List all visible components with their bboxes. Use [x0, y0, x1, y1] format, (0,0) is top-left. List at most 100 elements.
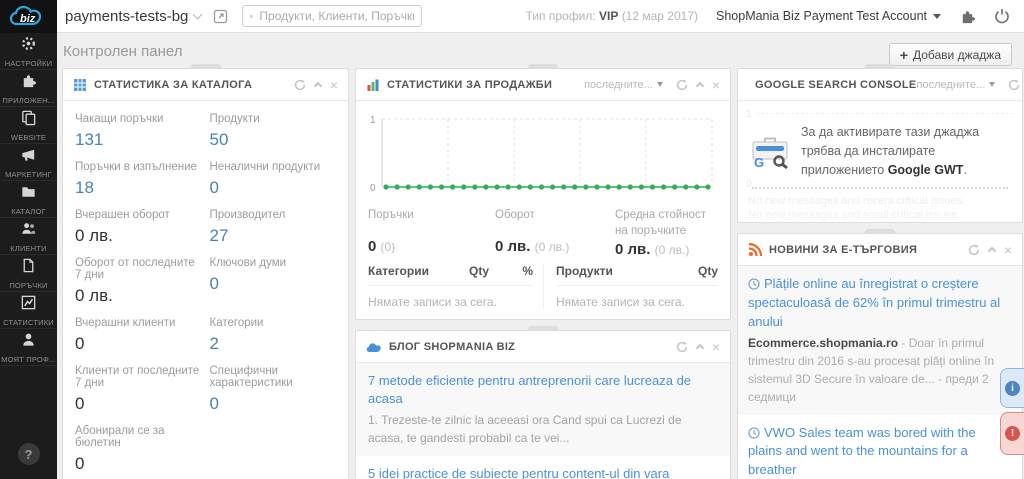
stat-value: 0 лв.: [75, 286, 202, 306]
sidebar-item-label: МОЯТ ПРОФ...: [1, 355, 55, 364]
col-header: %: [513, 264, 533, 278]
power-icon: [994, 8, 1010, 24]
account-menu[interactable]: ShopMania Biz Payment Test Account: [716, 9, 941, 23]
caret-down-icon: [933, 14, 941, 19]
google-gwt-link[interactable]: Google GWT: [888, 163, 964, 177]
collapse-icon[interactable]: [988, 247, 996, 255]
sidebar-item-label: НАСТРОЙКИ: [5, 59, 53, 68]
google-search-console-widget: GOOGLE SEARCH CONSOLE последните... × 1: [737, 68, 1023, 223]
puzzle-icon: [20, 72, 37, 94]
widget-title: НОВИНИ ЗА Е-ТЪРГОВИЯ: [769, 244, 917, 256]
sidebar-item-apps[interactable]: ПРИЛОЖЕН...: [0, 70, 57, 107]
drag-handle[interactable]: [865, 229, 895, 234]
stat-label: Чакащи поръчки: [75, 113, 202, 125]
collapse-icon[interactable]: [696, 344, 704, 352]
close-icon[interactable]: ×: [330, 78, 338, 92]
summary-value: 0 лв. (0 лв.): [615, 241, 718, 258]
refresh-icon[interactable]: [676, 79, 688, 91]
news-title-link[interactable]: Plățile online au înregistrat o creștere…: [748, 275, 1012, 332]
info-icon: i: [1005, 381, 1020, 396]
sidebar-item-label: WEBSITE: [11, 133, 46, 142]
stat-label: Ключови думи: [210, 257, 337, 269]
refresh-icon[interactable]: [968, 244, 980, 256]
widget-header: СТАТИСТИКИ ЗА ПРОДАЖБИ последните... ×: [356, 69, 730, 101]
sidebar-item-website[interactable]: WEBSITE: [0, 107, 57, 144]
add-widget-button[interactable]: + Добави джаджа: [889, 43, 1012, 66]
stat-value-link[interactable]: 0: [210, 394, 337, 414]
sidebar-item-my-profile[interactable]: МОЯТ ПРОФ...: [0, 329, 57, 366]
blog-post-link[interactable]: 7 metode eficiente pentru antreprenorii …: [368, 372, 718, 408]
svg-text:G: G: [754, 155, 764, 169]
collapse-icon[interactable]: [696, 82, 704, 90]
stat-value: 0: [75, 394, 202, 414]
topbar-right: Тип профил: VIP (12 мар 2017) ShopMania …: [526, 8, 1024, 25]
sidebar-item-label: КАТАЛОГ: [11, 207, 46, 216]
search-icon: [250, 10, 253, 23]
sidebar-item-label: ПОРЪЧКИ: [9, 281, 47, 290]
news-list: Plățile online au înregistrat o creștere…: [738, 266, 1022, 479]
refresh-icon[interactable]: [676, 341, 688, 353]
sidebar-item-settings[interactable]: НАСТРОЙКИ: [0, 33, 57, 70]
gsc-message: За да активирате тази джаджа трябва да и…: [801, 123, 1009, 179]
period-dropdown[interactable]: последните...: [917, 79, 996, 91]
help-button[interactable]: ?: [18, 443, 40, 465]
stat-value-link[interactable]: 0: [210, 178, 337, 198]
close-icon[interactable]: ×: [1004, 243, 1012, 257]
open-store-button[interactable]: [213, 9, 228, 24]
stat-label: Вчерашен оборот: [75, 209, 202, 221]
col-header: Категории: [368, 264, 469, 278]
chevron-down-icon: [193, 9, 203, 19]
blog-post: 5 idei practice de subiecte pentru conte…: [356, 456, 730, 479]
summary-value: 0 лв. (0 лв.): [495, 238, 615, 255]
alert-icon: !: [1005, 426, 1020, 441]
logout-button[interactable]: [994, 8, 1010, 24]
search-input[interactable]: [259, 9, 414, 23]
sidebar-item-catalog[interactable]: КАТАЛОГ: [0, 181, 57, 218]
sidebar-item-customers[interactable]: КЛИЕНТИ: [0, 218, 57, 255]
stat-value: 0 лв.: [75, 226, 202, 246]
drag-handle[interactable]: [865, 64, 895, 69]
caret-down-icon: [657, 82, 663, 87]
products-table: Продукти Qty Нямате записи за сега.: [544, 264, 718, 309]
blog-post-excerpt: 1. Trezeste-te zilnic la aceeasi ora Can…: [368, 411, 718, 447]
sales-tables: Категории Qty % Нямате записи за сега. П…: [356, 258, 730, 319]
account-name: ShopMania Biz Payment Test Account: [716, 9, 927, 23]
stat-value-link[interactable]: 2: [210, 334, 337, 354]
clock-icon: [748, 427, 760, 439]
drag-handle[interactable]: [528, 64, 558, 69]
blog-posts: 7 metode eficiente pentru antreprenorii …: [356, 363, 730, 479]
sidebar-item-orders[interactable]: ПОРЪЧКИ: [0, 255, 57, 292]
drag-handle[interactable]: [191, 64, 221, 69]
info-notification-tab[interactable]: i: [1000, 368, 1024, 408]
megaphone-icon: [20, 146, 37, 168]
collapse-icon[interactable]: [314, 82, 322, 90]
stat-value-link[interactable]: 27: [210, 226, 337, 246]
profile-type-date: (12 мар 2017): [622, 9, 698, 23]
apps-button[interactable]: [959, 8, 976, 25]
stat-value-link[interactable]: 18: [75, 178, 202, 198]
close-icon[interactable]: ×: [712, 340, 720, 354]
table-icon: [73, 78, 87, 92]
drag-handle[interactable]: [528, 326, 558, 331]
blog-post-link[interactable]: 5 idei practice de subiecte pentru conte…: [368, 465, 718, 479]
sales-chart: 10: [356, 101, 730, 204]
widget-header: GOOGLE SEARCH CONSOLE последните... ×: [738, 69, 1022, 101]
profile-type: Тип профил: VIP (12 мар 2017): [526, 9, 698, 23]
period-dropdown[interactable]: последните...: [584, 79, 663, 91]
stat-value-link[interactable]: 50: [210, 130, 337, 150]
blog-widget: БЛОГ SHOPMANIA BIZ × 7 metode eficiente …: [355, 330, 731, 479]
store-switcher[interactable]: payments-tests-bg: [65, 8, 201, 25]
refresh-icon[interactable]: [1008, 79, 1020, 91]
biz-logo[interactable]: biz: [0, 0, 57, 33]
news-title-link[interactable]: VWO Sales team was bored with the plains…: [748, 424, 1012, 479]
alert-notification-tab[interactable]: !: [1000, 412, 1024, 455]
stat-value-link[interactable]: 0: [210, 274, 337, 294]
stat-value-link[interactable]: 131: [75, 130, 202, 150]
close-icon[interactable]: ×: [712, 78, 720, 92]
news-snippet: Ecommerce.shopmania.ro - Doar în primul …: [748, 334, 1012, 406]
sidebar-item-statistics[interactable]: СТАТИСТИКИ: [0, 292, 57, 329]
sidebar-item-marketing[interactable]: МАРКЕТИНГ: [0, 144, 57, 181]
catalog-stats: Чакащи поръчки131 Продукти50 Поръчки в и…: [63, 101, 348, 479]
refresh-icon[interactable]: [294, 79, 306, 91]
bar-chart-icon: [366, 78, 380, 92]
